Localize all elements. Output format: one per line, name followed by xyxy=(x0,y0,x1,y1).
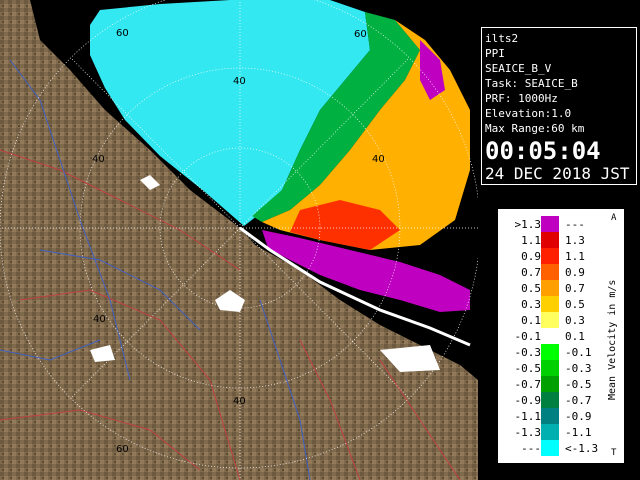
legend-upper-bound: 0.9 xyxy=(565,266,585,279)
legend-top-marker: A xyxy=(611,213,617,223)
legend-upper-bound: 1.3 xyxy=(565,234,585,247)
legend-row: 0.1 0.3 xyxy=(499,312,609,328)
legend-lower-bound: 0.5 xyxy=(521,282,541,295)
legend-lower-bound: -0.7 xyxy=(514,378,542,391)
range-label: 60 xyxy=(116,28,129,39)
task-label: Task: SEAICE_B xyxy=(485,77,578,90)
prf-label: PRF: 1000Hz xyxy=(485,92,558,105)
legend-lower-bound: -0.1 xyxy=(514,330,542,343)
legend-lower-bound: 1.1 xyxy=(521,234,541,247)
legend-swatch xyxy=(541,360,559,376)
radar-ppi-map: 60 40 60 40 40 40 40 60 xyxy=(0,0,478,480)
legend-row: --- <-1.3 xyxy=(499,440,609,456)
legend-swatch xyxy=(541,344,559,360)
legend-lower-bound: -1.1 xyxy=(514,410,542,423)
site-name: ilts2 xyxy=(485,32,519,45)
legend-swatch xyxy=(541,216,559,232)
legend-row: -0.1 0.1 xyxy=(499,328,609,344)
product-type: PPI xyxy=(485,47,505,60)
legend-row: 1.1 1.3 xyxy=(499,232,609,248)
legend-swatch xyxy=(541,424,559,440)
legend-row: -0.7 -0.5 xyxy=(499,376,609,392)
legend-lower-bound: -0.5 xyxy=(514,362,542,375)
legend-upper-bound: 0.3 xyxy=(565,314,585,327)
legend-row: 0.7 0.9 xyxy=(499,264,609,280)
range-label: 60 xyxy=(354,29,367,40)
legend-swatch xyxy=(541,264,559,280)
legend-lower-bound: 0.9 xyxy=(521,250,541,263)
legend-row: 0.5 0.7 xyxy=(499,280,609,296)
range-label: 40 xyxy=(233,76,246,87)
legend-row: -0.9 -0.7 xyxy=(499,392,609,408)
legend-row: -0.3 -0.1 xyxy=(499,344,609,360)
legend-swatch xyxy=(541,408,559,424)
legend-upper-bound: -0.5 xyxy=(565,378,592,391)
max-range-label: Max Range:60 km xyxy=(485,122,585,135)
legend-row: -0.5 -0.3 xyxy=(499,360,609,376)
legend-lower-bound: --- xyxy=(521,442,541,455)
legend-row: 0.3 0.5 xyxy=(499,296,609,312)
legend-swatch xyxy=(541,280,559,296)
legend-lower-bound: -1.3 xyxy=(514,426,542,439)
legend-lower-bound: 0.3 xyxy=(521,298,541,311)
elevation-label: Elevation:1.0 xyxy=(485,107,572,120)
legend-upper-bound: 0.7 xyxy=(565,282,585,295)
legend-swatch xyxy=(541,296,559,312)
range-label: 40 xyxy=(233,396,246,407)
range-label: 40 xyxy=(92,154,105,165)
legend-swatch xyxy=(541,232,559,248)
range-label: 40 xyxy=(372,154,385,165)
legend-swatch xyxy=(541,376,559,392)
scan-info-panel: ilts2 PPI SEAICE_B_V Task: SEAICE_B PRF:… xyxy=(481,27,637,185)
legend-lower-bound: 0.7 xyxy=(521,266,541,279)
legend-swatch xyxy=(541,312,559,328)
legend-upper-bound: 1.1 xyxy=(565,250,585,263)
scan-time: 00:05:04 xyxy=(485,137,601,165)
velocity-legend: A T >1.3 --- 1.1 1.3 0.9 1.1 0.7 0.9 0.5 0.7 0.3 0.… xyxy=(498,209,624,463)
legend-row: >1.3 --- xyxy=(499,216,609,232)
legend-swatch xyxy=(541,248,559,264)
legend-row: -1.1 -0.9 xyxy=(499,408,609,424)
legend-bottom-marker: T xyxy=(611,448,617,458)
legend-lower-bound: 0.1 xyxy=(521,314,541,327)
scan-date: 24 DEC 2018 JST xyxy=(485,164,630,183)
legend-swatch xyxy=(541,440,559,456)
legend-upper-bound: -1.1 xyxy=(565,426,592,439)
legend-title: Mean Velocity in m/s xyxy=(607,279,618,400)
legend-upper-bound: -0.1 xyxy=(565,346,592,359)
task-name: SEAICE_B_V xyxy=(485,62,552,75)
legend-upper-bound: 0.5 xyxy=(565,298,585,311)
legend-lower-bound: -0.9 xyxy=(514,394,542,407)
legend-upper-bound: <-1.3 xyxy=(565,442,599,455)
legend-upper-bound: -0.7 xyxy=(565,394,592,407)
legend-row: -1.3 -1.1 xyxy=(499,424,609,440)
legend-swatch xyxy=(541,328,559,344)
legend-upper-bound: --- xyxy=(565,218,585,231)
range-label: 60 xyxy=(116,444,129,455)
legend-lower-bound: >1.3 xyxy=(514,218,542,231)
legend-upper-bound: 0.1 xyxy=(565,330,585,343)
legend-row: 0.9 1.1 xyxy=(499,248,609,264)
legend-swatch xyxy=(541,392,559,408)
legend-upper-bound: -0.3 xyxy=(565,362,592,375)
range-label: 40 xyxy=(93,314,106,325)
legend-upper-bound: -0.9 xyxy=(565,410,592,423)
legend-lower-bound: -0.3 xyxy=(514,346,542,359)
